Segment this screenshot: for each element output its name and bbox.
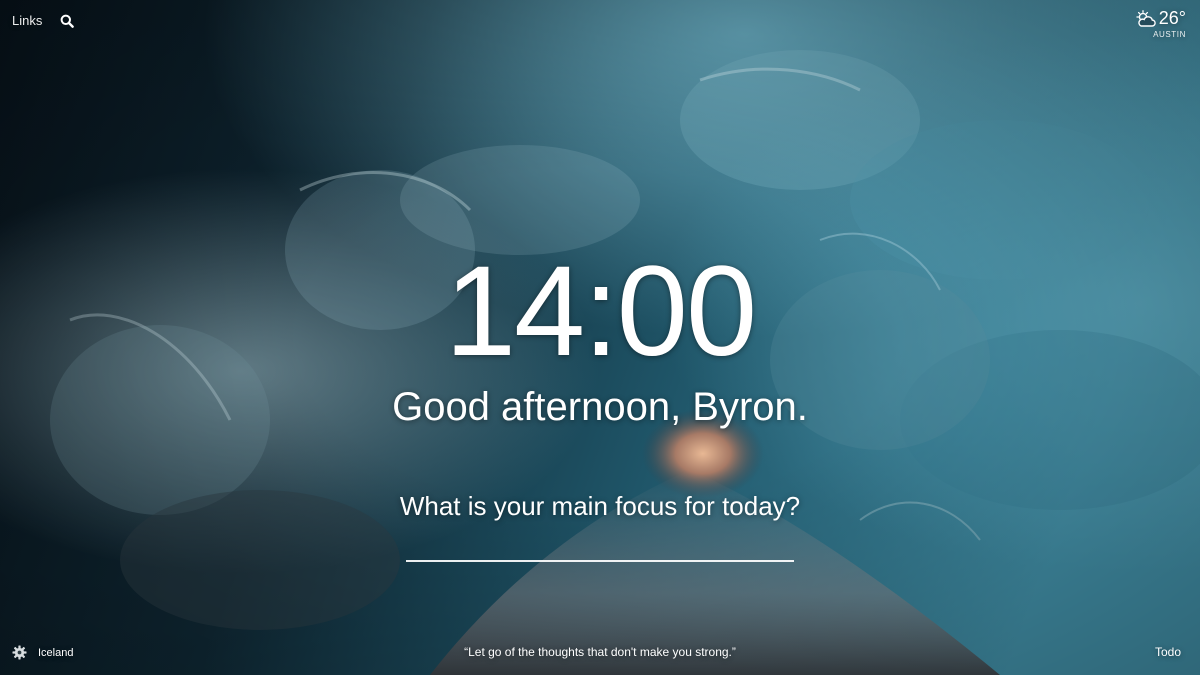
greeting: Good afternoon, Byron. bbox=[392, 385, 808, 429]
links-button[interactable]: Links bbox=[12, 13, 42, 28]
clock: 14:00 bbox=[444, 240, 757, 383]
weather-location: AUSTIN bbox=[1153, 30, 1186, 39]
focus-question: What is your main focus for today? bbox=[399, 491, 801, 521]
partly-cloudy-icon bbox=[1134, 9, 1156, 28]
temperature: 26° bbox=[1158, 8, 1186, 28]
center-panel: 14:00 Good afternoon, Byron. bbox=[0, 248, 1200, 430]
weather-widget[interactable]: 26° AUSTIN bbox=[1134, 8, 1186, 39]
search-icon[interactable] bbox=[60, 14, 75, 28]
focus-input[interactable] bbox=[406, 534, 794, 562]
daily-quote[interactable]: “Let go of the thoughts that don't make … bbox=[0, 645, 1200, 659]
top-left-bar: Links bbox=[12, 13, 75, 28]
momentum-new-tab: Links 26° AUSTIN 14:00 Good afternoon, B… bbox=[0, 0, 1200, 675]
todo-button[interactable]: Todo bbox=[1155, 645, 1181, 659]
